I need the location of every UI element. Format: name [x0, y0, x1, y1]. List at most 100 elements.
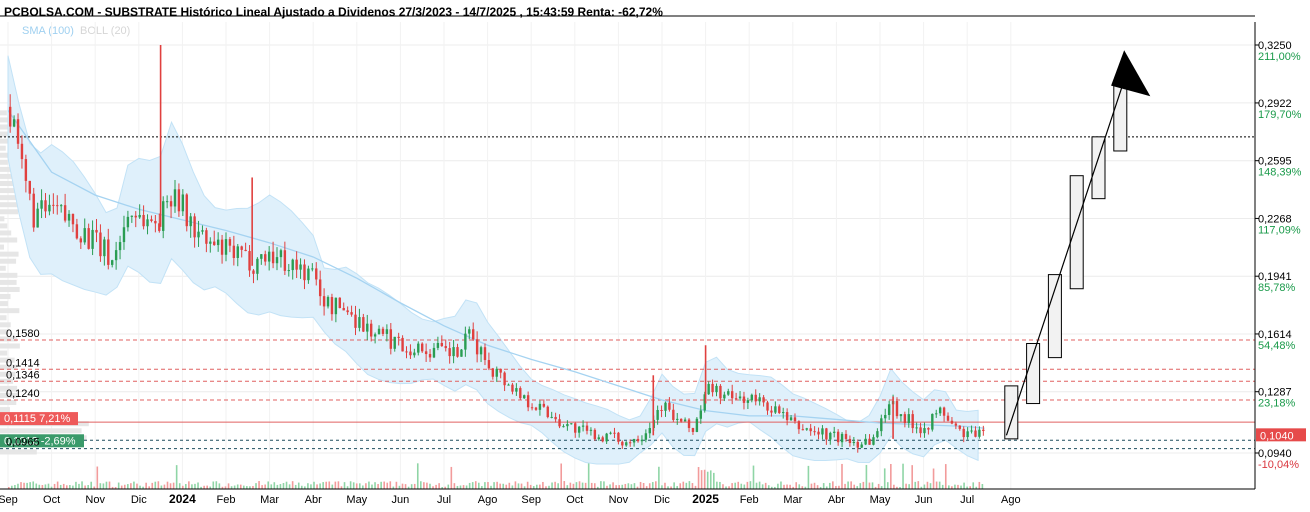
candle-body	[95, 229, 98, 233]
candle-body	[248, 251, 251, 271]
volume-bar	[935, 481, 938, 489]
volume-bar	[944, 464, 947, 489]
y-tick-percent: -10,04%	[1258, 459, 1299, 471]
candle-body	[287, 270, 290, 272]
forecast-layer	[1004, 50, 1151, 440]
volume-bar	[542, 481, 544, 489]
volume-bar	[319, 483, 321, 489]
volume-profile-bar	[0, 400, 17, 406]
candle-body	[899, 414, 903, 417]
candle-body	[350, 312, 353, 315]
forecast-box	[1047, 274, 1062, 359]
candle-body	[938, 407, 942, 414]
volume-bar	[517, 483, 520, 489]
candle-body	[954, 423, 958, 426]
candle-body	[424, 351, 428, 355]
candle-body	[307, 268, 310, 281]
x-tick-label: Dic	[654, 494, 670, 506]
volume-bar	[493, 482, 495, 489]
volume-bar	[661, 485, 663, 489]
candle-body	[687, 419, 691, 429]
candle-body	[958, 425, 961, 429]
volume-bar	[401, 483, 404, 489]
volume-bar	[78, 483, 80, 489]
candle-body	[625, 442, 628, 446]
candle-body	[40, 200, 43, 209]
volume-bar	[371, 484, 373, 489]
volume-bar	[267, 481, 270, 489]
level-label: 0,1346	[6, 369, 40, 381]
volume-bar	[105, 481, 108, 489]
chart-title: PCBOLSA.COM - SUBSTRATE Histórico Lineal…	[4, 5, 663, 19]
candle-body	[201, 230, 204, 232]
volume-bar	[160, 485, 163, 489]
x-tick-label: Ago	[478, 494, 498, 506]
volume-profile-bar	[0, 230, 12, 236]
candle-body	[785, 412, 789, 421]
volume-bar	[844, 483, 846, 489]
candle-body	[574, 423, 577, 433]
volume-bar	[294, 484, 297, 489]
candle-body	[754, 394, 757, 402]
candle-body	[122, 227, 126, 243]
volume-bar	[648, 483, 651, 489]
volume-bar	[688, 481, 691, 489]
candle-body	[766, 402, 769, 411]
volume-bar	[810, 483, 813, 489]
volume-bar	[749, 481, 752, 489]
volume-bar	[316, 484, 318, 489]
y-tick-percent: 148,39%	[1258, 167, 1302, 179]
x-tick-label: Nov	[609, 494, 629, 506]
candle-body	[401, 337, 404, 352]
candle-body	[523, 395, 526, 399]
candle-body	[601, 437, 604, 442]
candle-body	[746, 400, 750, 403]
x-tick-label: Feb	[740, 494, 759, 506]
volume-bar	[264, 484, 266, 489]
volume-bar	[761, 484, 764, 489]
volume-bar	[44, 484, 47, 489]
volume-bar	[859, 483, 862, 489]
candle-body	[617, 432, 620, 442]
volume-bar	[798, 484, 801, 489]
volume-bar	[511, 485, 514, 489]
x-tick-label: Dic	[131, 494, 147, 506]
candle-body	[291, 259, 294, 271]
volume-bar	[310, 484, 312, 489]
volume-bar	[621, 484, 624, 489]
volume-bar	[325, 481, 328, 489]
volume-bar	[709, 470, 712, 489]
x-tick-label: Ago	[1001, 494, 1021, 506]
volume-bar	[102, 483, 105, 489]
candle-body	[860, 444, 863, 448]
candle-body	[236, 246, 239, 258]
candle-body	[911, 414, 914, 429]
volume-bar	[633, 483, 636, 489]
volume-bar	[569, 482, 572, 489]
volume-bar	[590, 482, 593, 489]
y-tick-percent: 179,70%	[1258, 109, 1302, 121]
candle-body	[789, 417, 793, 421]
candle-body	[640, 439, 644, 442]
volume-bar	[508, 482, 511, 489]
candle-body	[91, 229, 94, 249]
candle-body	[216, 239, 220, 246]
candle-body	[283, 250, 287, 271]
candle-body	[224, 239, 228, 255]
volume-bar	[355, 483, 358, 489]
volume-bar	[288, 484, 291, 489]
y-tick-percent: 85,78%	[1258, 282, 1296, 294]
volume-bar	[923, 484, 926, 489]
volume-bar	[243, 485, 245, 489]
legend-sma: SMA (100)	[22, 25, 74, 37]
candle-body	[260, 254, 263, 259]
volume-bar	[206, 485, 208, 489]
volume-bar	[938, 481, 941, 489]
candle-body	[723, 394, 726, 399]
x-tick-label: May	[346, 494, 367, 506]
candle-body	[346, 310, 349, 313]
volume-bar	[429, 483, 431, 489]
volume-bar	[902, 463, 904, 489]
volume-profile-bar	[0, 343, 20, 349]
candle-body	[264, 254, 267, 262]
